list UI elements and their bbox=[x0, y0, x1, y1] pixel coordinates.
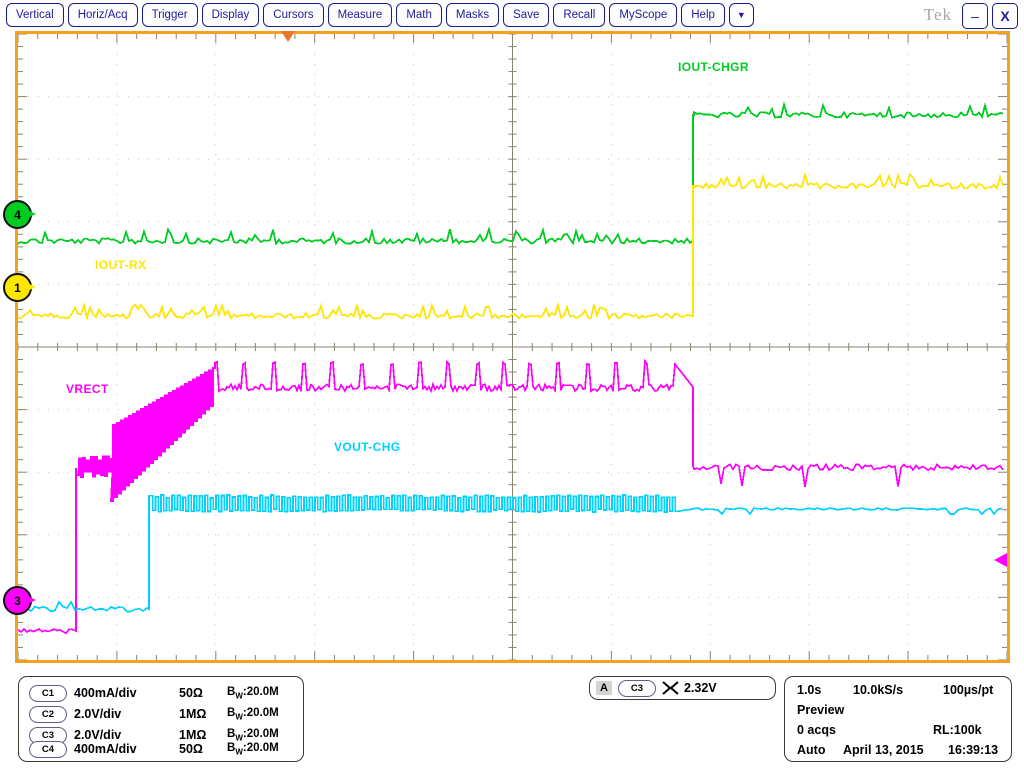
menu-display[interactable]: Display bbox=[202, 3, 260, 27]
resolution: 100µs/pt bbox=[943, 683, 993, 697]
menu-masks[interactable]: Masks bbox=[446, 3, 499, 27]
acq-count: 0 acqs bbox=[797, 723, 836, 737]
trigger-level-value: 2.32V bbox=[684, 681, 717, 695]
waveform-label-vout-chg: VOUT-CHG bbox=[334, 440, 401, 454]
channel-chip-c1[interactable]: C1 bbox=[29, 685, 67, 702]
channel-bandwidth-c1: BW:20.0M bbox=[227, 686, 279, 700]
trigger-source-chip[interactable]: C3 bbox=[618, 680, 656, 697]
channel-marker-3[interactable]: 3 bbox=[3, 586, 32, 615]
menu-bar: Vertical Horiz/Acq Trigger Display Curso… bbox=[0, 0, 1024, 30]
channel-bandwidth-c4: BW:20.0M bbox=[227, 742, 279, 756]
channel-marker-digit: 3 bbox=[14, 594, 21, 608]
waveform-traces bbox=[18, 34, 1007, 660]
waveform-graticule[interactable] bbox=[15, 31, 1010, 663]
channel-scale-c4: 400mA/div bbox=[74, 742, 179, 756]
acq-mode: Auto bbox=[797, 743, 825, 757]
channel-scale-c2: 2.0V/div bbox=[74, 707, 179, 721]
menu-help[interactable]: Help bbox=[681, 3, 725, 27]
trigger-level-arrow-icon[interactable] bbox=[994, 553, 1007, 567]
waveform-label-iout-chgr: IOUT-CHGR bbox=[678, 60, 749, 74]
menu-horiz-acq[interactable]: Horiz/Acq bbox=[68, 3, 138, 27]
tek-logo: Tek bbox=[924, 5, 952, 25]
menu-vertical[interactable]: Vertical bbox=[6, 3, 64, 27]
close-button[interactable]: X bbox=[992, 3, 1018, 29]
waveform-plot-area[interactable] bbox=[18, 34, 1007, 660]
channel-marker-pointer-icon bbox=[25, 209, 36, 219]
menu-recall[interactable]: Recall bbox=[553, 3, 605, 27]
chevron-down-icon[interactable]: ▼ bbox=[729, 3, 754, 27]
menu-cursors[interactable]: Cursors bbox=[263, 3, 323, 27]
channel-row-c4[interactable]: C4 400mA/div 50Ω BW:20.0M bbox=[29, 739, 279, 759]
acq-state: Preview bbox=[797, 703, 844, 717]
waveform-label-iout-rx: IOUT-RX bbox=[95, 258, 146, 272]
acq-time: 16:39:13 bbox=[948, 743, 998, 757]
acquisition-readout-panel: 1.0s 10.0kS/s 100µs/pt Preview 0 acqs RL… bbox=[784, 676, 1012, 762]
trigger-label-a: A bbox=[596, 681, 612, 695]
channel-settings-panel: C1 400mA/div 50Ω BW:20.0M C2 2.0V/div 1M… bbox=[18, 676, 304, 762]
waveform-label-vrect: VRECT bbox=[66, 382, 109, 396]
slope-icon bbox=[661, 680, 681, 696]
menu-save[interactable]: Save bbox=[503, 3, 549, 27]
channel-marker-digit: 1 bbox=[14, 281, 21, 295]
channel-row-c1[interactable]: C1 400mA/div 50Ω BW:20.0M bbox=[29, 683, 279, 703]
channel-marker-1[interactable]: 1 bbox=[3, 273, 32, 302]
menu-math[interactable]: Math bbox=[396, 3, 442, 27]
channel-row-c2[interactable]: C2 2.0V/div 1MΩ BW:20.0M bbox=[29, 704, 279, 724]
acq-date: April 13, 2015 bbox=[843, 743, 924, 757]
channel-impedance-c1: 50Ω bbox=[179, 686, 227, 700]
menu-measure[interactable]: Measure bbox=[328, 3, 393, 27]
timebase-value: 1.0s bbox=[797, 683, 821, 697]
channel-scale-c1: 400mA/div bbox=[74, 686, 179, 700]
channel-marker-4[interactable]: 4 bbox=[3, 200, 32, 229]
record-length: RL:100k bbox=[933, 723, 982, 737]
channel-marker-pointer-icon bbox=[25, 282, 36, 292]
trigger-position-icon[interactable] bbox=[281, 31, 295, 42]
menu-myscope[interactable]: MyScope bbox=[609, 3, 677, 27]
channel-marker-pointer-icon bbox=[25, 595, 36, 605]
menu-trigger[interactable]: Trigger bbox=[142, 3, 198, 27]
trigger-readout-panel[interactable]: A C3 2.32V bbox=[589, 676, 776, 700]
sample-rate: 10.0kS/s bbox=[853, 683, 903, 697]
channel-impedance-c4: 50Ω bbox=[179, 742, 227, 756]
minimize-button[interactable]: – bbox=[962, 3, 988, 29]
channel-chip-c2[interactable]: C2 bbox=[29, 706, 67, 723]
channel-bandwidth-c2: BW:20.0M bbox=[227, 707, 279, 721]
channel-chip-c4[interactable]: C4 bbox=[29, 741, 67, 758]
channel-marker-digit: 4 bbox=[14, 208, 21, 222]
channel-impedance-c2: 1MΩ bbox=[179, 707, 227, 721]
